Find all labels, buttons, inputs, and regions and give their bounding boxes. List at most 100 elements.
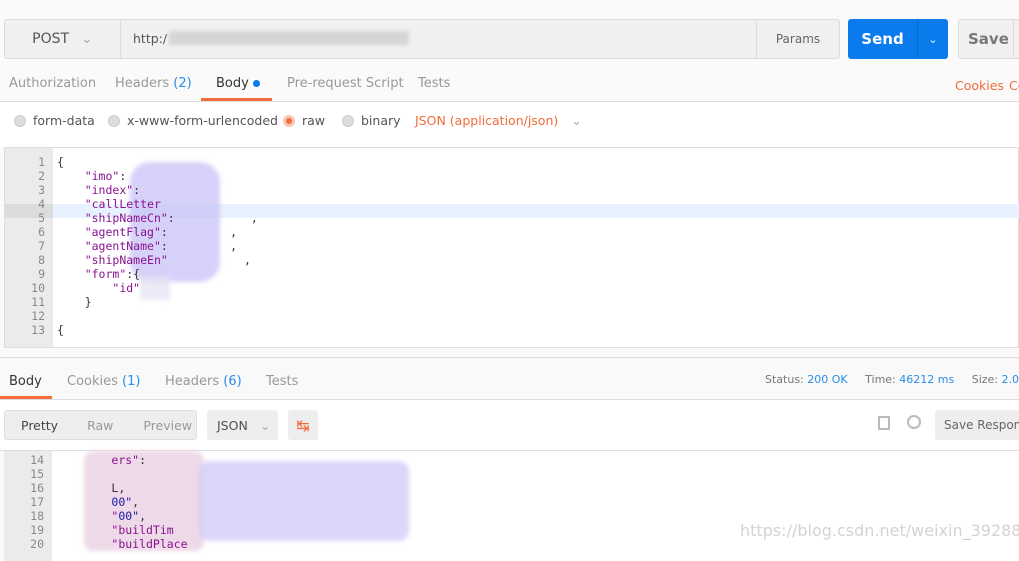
json-key: "buildPlace	[111, 537, 188, 551]
url-input[interactable]: http:/	[133, 31, 409, 46]
tab-authorization[interactable]: Authorization	[9, 76, 96, 91]
line-number: 6	[38, 225, 45, 239]
save-label: Save	[968, 30, 1009, 48]
code-line: "callLetter	[57, 197, 161, 211]
content-type-select[interactable]: JSON (application/json) ⌄	[415, 113, 582, 128]
tab-count: (2)	[173, 76, 192, 91]
code-line: "buildPlace	[56, 537, 188, 551]
code-line: "00",	[56, 509, 146, 523]
tab-label: Cookies	[67, 374, 118, 389]
tab-body[interactable]: Body	[216, 76, 260, 91]
line-number: 11	[31, 295, 45, 309]
chevron-down-icon[interactable]: ⌄	[917, 19, 948, 59]
code-text: ,	[167, 253, 251, 267]
code-text: {	[57, 323, 64, 337]
tab-response-cookies[interactable]: Cookies (1)	[67, 374, 140, 389]
method-select[interactable]: POST ⌄	[5, 20, 121, 58]
status-label: Status:	[765, 373, 804, 386]
code-line: "buildTim	[56, 523, 173, 537]
send-button[interactable]: Send ⌄	[848, 19, 948, 59]
radio-icon	[342, 114, 354, 127]
code-text: {	[57, 155, 64, 169]
code-text: :{	[126, 267, 141, 281]
tab-response-body[interactable]: Body	[9, 374, 42, 389]
copy-icon[interactable]	[878, 416, 890, 430]
view-raw[interactable]: Raw	[87, 418, 113, 433]
tab-label: Headers	[115, 76, 170, 91]
code-link[interactable]: Co	[1009, 78, 1019, 93]
line-number: 3	[38, 183, 45, 197]
json-key: ers"	[111, 453, 140, 467]
tab-headers[interactable]: Headers (2)	[115, 76, 192, 91]
format-label: JSON	[217, 417, 248, 433]
code-text: ,	[139, 509, 147, 523]
code-text: }	[57, 295, 92, 309]
json-key: "agentName"	[84, 239, 161, 253]
radio-raw[interactable]: raw	[283, 113, 325, 128]
json-key: "form"	[84, 267, 127, 281]
code-line: 00",	[56, 495, 139, 509]
tab-response-headers[interactable]: Headers (6)	[165, 374, 242, 389]
redacted-values	[140, 276, 170, 300]
json-key: "shipNameEn"	[84, 253, 168, 267]
json-string: 00"	[118, 509, 140, 523]
content-type-label: JSON (application/json)	[415, 113, 559, 128]
modified-dot-icon	[252, 80, 260, 87]
save-response-button[interactable]: Save Respons	[935, 410, 1019, 440]
code-text: : ,	[160, 225, 238, 239]
json-string: 00"	[111, 495, 133, 509]
chevron-down-icon: ⌄	[571, 113, 582, 128]
line-number: 16	[30, 481, 44, 495]
request-body-editor[interactable]: 1 {2 "imo": 3 "index": 4 "callLetter 5 "ship…	[4, 147, 1019, 348]
format-select[interactable]: JSON ⌄	[207, 410, 278, 440]
tab-label: Body	[216, 76, 249, 91]
chevron-down-icon: ⌄	[81, 31, 93, 47]
radio-label: x-www-form-urlencoded	[127, 113, 278, 128]
json-key: "agentFlag"	[84, 225, 161, 239]
search-icon[interactable]	[907, 415, 921, 429]
radio-form-data[interactable]: form-data	[14, 113, 95, 128]
code-line: "imo":	[57, 169, 127, 183]
code-text: : ,	[167, 211, 258, 225]
tab-tests[interactable]: Tests	[418, 76, 450, 91]
json-key: "id"	[84, 281, 141, 295]
line-number: 18	[30, 509, 44, 523]
tab-response-tests[interactable]: Tests	[266, 374, 298, 389]
line-number: 1	[38, 155, 45, 169]
line-number: 15	[30, 467, 44, 481]
radio-binary[interactable]: binary	[342, 113, 401, 128]
code-line: ers":	[56, 453, 146, 467]
tab-count: (6)	[223, 374, 242, 389]
line-number: 17	[30, 495, 44, 509]
code-line: L,	[56, 481, 125, 495]
view-pretty[interactable]: Pretty	[21, 418, 58, 433]
view-mode-group: Pretty Raw Preview	[4, 410, 197, 440]
tab-count: (1)	[122, 374, 141, 389]
save-button[interactable]: Save	[958, 19, 1019, 59]
radio-icon	[108, 114, 120, 127]
radio-selected-icon	[283, 114, 295, 127]
watermark: https://blog.csdn.net/weixin_39288821	[740, 521, 1019, 540]
code-text: : ,	[160, 239, 238, 253]
cookies-link[interactable]: Cookies	[955, 78, 1004, 93]
view-preview[interactable]: Preview	[143, 418, 192, 433]
line-number: 8	[38, 253, 45, 267]
chevron-down-icon: ⌄	[259, 417, 271, 433]
code-line: {	[57, 155, 64, 169]
wrap-lines-button[interactable]: ↹	[288, 410, 318, 440]
status-value: 200 OK	[807, 373, 848, 386]
radio-label: form-data	[33, 113, 95, 128]
code-text: :	[139, 453, 147, 467]
url-text: http:/	[133, 31, 168, 46]
params-button[interactable]: Params	[756, 20, 839, 58]
tab-pre-request-script[interactable]: Pre-request Script	[287, 76, 404, 91]
radio-label: raw	[302, 113, 326, 128]
divider	[1013, 20, 1014, 58]
code-line: {	[57, 323, 64, 337]
response-body-viewer[interactable]: 14 ers": 15 16 L, 17 00", 18 "00", 19 "build…	[4, 451, 1019, 561]
radio-x-www-form-urlencoded[interactable]: x-www-form-urlencoded	[108, 113, 278, 128]
line-number: 14	[30, 453, 44, 467]
code-line: "shipNameEn" ,	[57, 253, 251, 267]
code-line: "id"	[57, 281, 140, 295]
line-number: 10	[31, 281, 45, 295]
